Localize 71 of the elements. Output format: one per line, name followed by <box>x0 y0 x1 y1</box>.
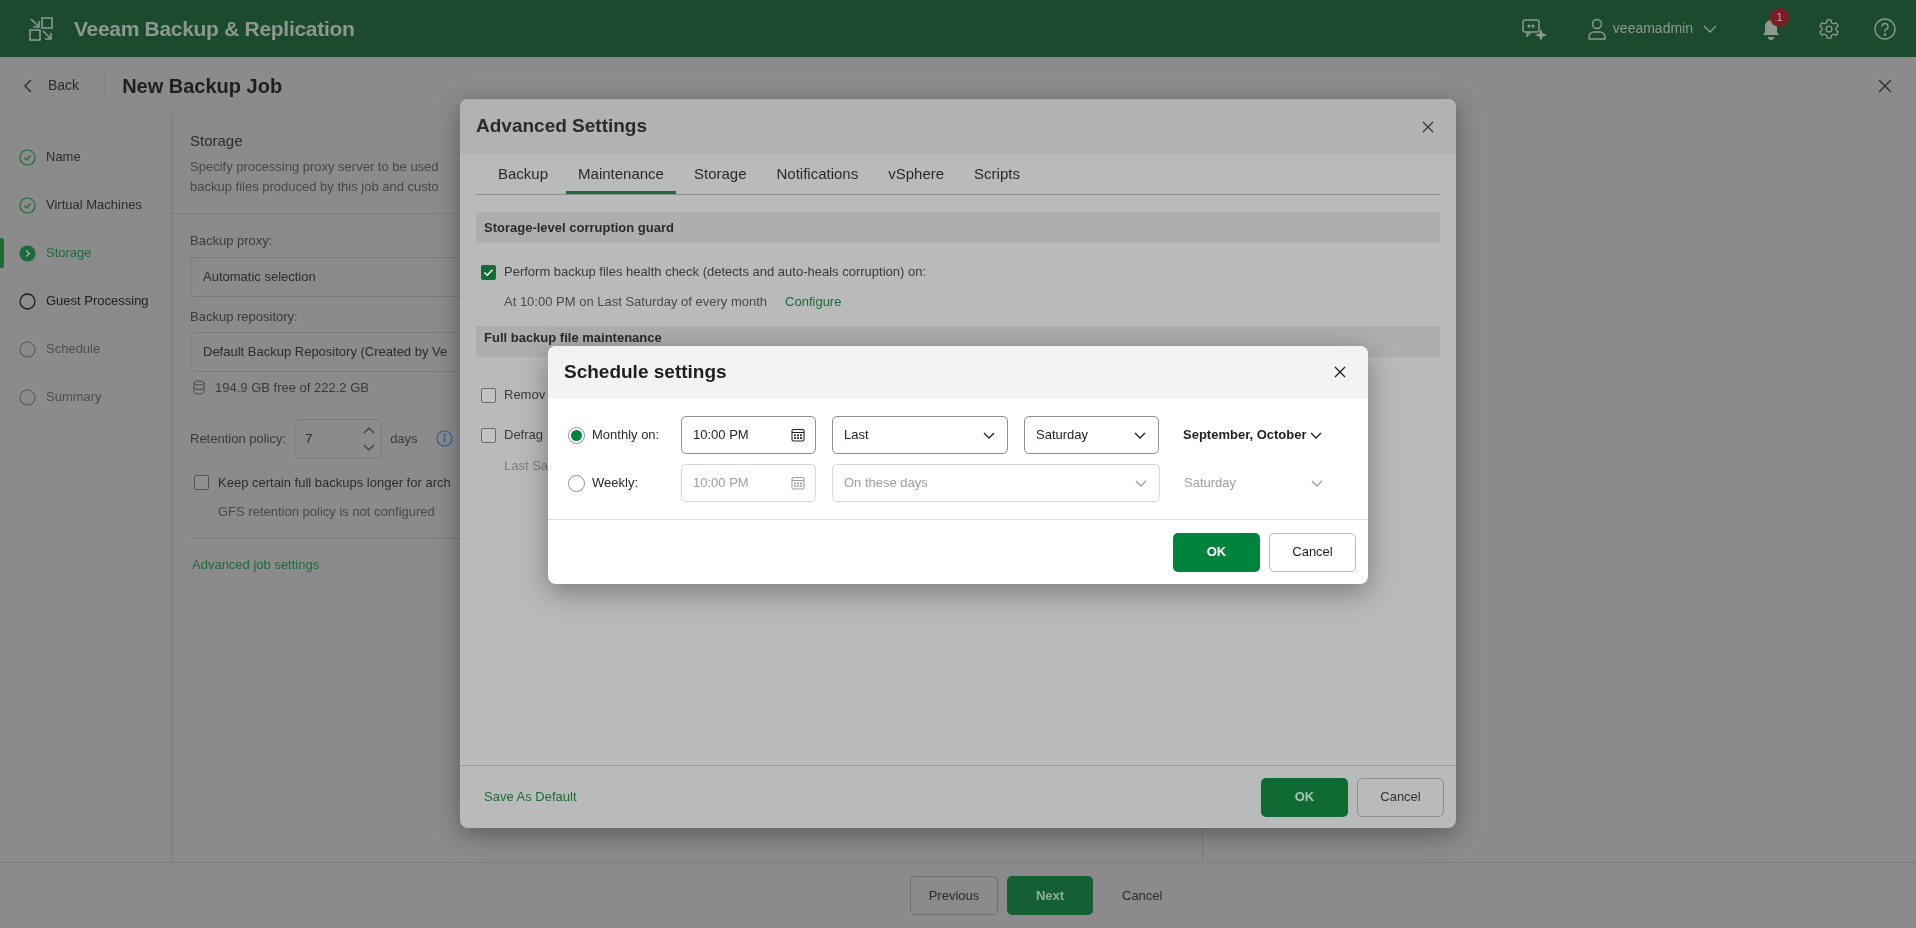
checkbox[interactable] <box>481 264 496 280</box>
wizard-step[interactable]: Name <box>19 147 81 167</box>
dropdown[interactable]: Saturday <box>1024 416 1159 454</box>
app-title: Veeam Backup & Replication <box>74 15 355 42</box>
field-label: Backup proxy: <box>190 232 274 250</box>
chevron-down-icon[interactable] <box>1703 24 1717 33</box>
user-icon[interactable] <box>1586 17 1607 40</box>
chevron-down-icon <box>983 431 995 439</box>
chevron-circle-icon <box>19 244 36 262</box>
tab[interactable]: Notifications <box>764 158 871 194</box>
gfs-note: GFS retention policy is not configured <box>218 503 435 521</box>
description-text: backup files produced by this job and custo <box>190 177 439 196</box>
ok-button[interactable]: OK <box>1261 777 1348 817</box>
spinner-arrows-icon[interactable] <box>363 425 376 452</box>
previous-button[interactable]: Previous <box>910 876 998 915</box>
page-title: New Backup Job <box>122 73 283 99</box>
cancel-button[interactable]: Cancel <box>1102 876 1183 915</box>
time-field[interactable]: 10:00 PM <box>681 416 816 454</box>
checkbox-label: Defrag <box>504 426 544 445</box>
chevron-down-icon <box>1135 479 1147 487</box>
description-text: Specify processing proxy server to be used <box>190 157 439 176</box>
field-label: Backup repository: <box>190 307 299 326</box>
free-space-text: 194.9 GB free of 222.2 GB <box>215 379 369 397</box>
settings-icon[interactable] <box>1818 17 1840 40</box>
check-circle-icon <box>19 196 36 214</box>
dropdown[interactable]: September, October <box>1171 416 1336 454</box>
chevron-left-icon <box>24 78 32 93</box>
circle-icon <box>19 292 36 310</box>
wizard-step[interactable]: Guest Processing <box>19 291 149 311</box>
circle-icon <box>19 340 36 358</box>
database-icon <box>193 380 205 396</box>
section-title: Storage <box>190 131 244 151</box>
dropdown[interactable]: Last <box>832 416 1008 454</box>
chevron-down-icon <box>1311 479 1323 487</box>
info-icon[interactable] <box>435 430 453 447</box>
checkbox[interactable] <box>481 387 496 403</box>
tab[interactable]: vSphere <box>876 158 957 194</box>
cancel-button[interactable]: Cancel <box>1269 532 1356 572</box>
wizard-step[interactable]: Virtual Machines <box>19 195 142 215</box>
chevron-down-icon <box>1310 431 1322 439</box>
notification-badge: 1 <box>1770 7 1789 27</box>
section-title: Storage-level corruption guard <box>484 218 674 237</box>
field-label: Retention policy: <box>190 429 287 448</box>
close-icon[interactable] <box>1334 366 1346 378</box>
ok-button[interactable]: OK <box>1173 532 1260 572</box>
dialog-title: Advanced Settings <box>476 114 648 139</box>
circle-icon <box>19 388 36 406</box>
checkbox-label: Keep certain full backups longer for arch <box>218 473 451 492</box>
chevron-down-icon <box>1134 431 1146 439</box>
tab[interactable]: Backup <box>486 158 561 194</box>
tab[interactable]: Storage <box>681 158 759 194</box>
save-as-default-link[interactable]: Save As Default <box>484 787 577 807</box>
user-name[interactable]: veeamadmin <box>1612 18 1693 39</box>
back-button[interactable]: Back <box>24 75 80 96</box>
tab[interactable]: Maintenance <box>566 158 676 194</box>
checkbox[interactable] <box>481 427 496 443</box>
radio-label: Monthly on: <box>592 426 661 445</box>
calendar-icon[interactable] <box>791 428 805 442</box>
checkbox-label: Remov <box>504 386 546 405</box>
unit-text: days <box>390 429 418 448</box>
check-circle-icon <box>19 148 36 166</box>
logo-icon <box>28 15 54 42</box>
chat-icon[interactable] <box>1520 16 1547 41</box>
cancel-button[interactable]: Cancel <box>1357 777 1444 817</box>
configure-link[interactable]: Configure <box>785 292 842 312</box>
next-button[interactable]: Next <box>1007 876 1093 915</box>
radio-label: Weekly: <box>592 474 639 493</box>
help-icon[interactable] <box>1874 17 1896 40</box>
tab[interactable]: Scripts <box>962 158 1032 194</box>
checkbox[interactable] <box>194 474 209 490</box>
retention-spinner[interactable]: 7 <box>294 418 383 459</box>
